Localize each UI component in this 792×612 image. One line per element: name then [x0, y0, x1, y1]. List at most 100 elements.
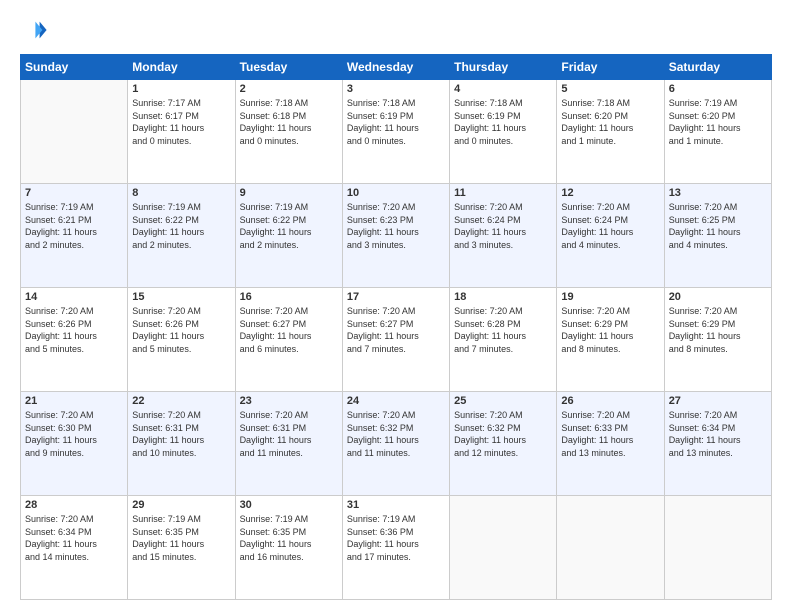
day-info: Sunrise: 7:20 AM Sunset: 6:29 PM Dayligh… [669, 305, 767, 355]
day-info: Sunrise: 7:19 AM Sunset: 6:22 PM Dayligh… [240, 201, 338, 251]
table-row: 1 Sunrise: 7:17 AM Sunset: 6:17 PM Daylig… [128, 80, 235, 184]
table-row: 24Sunrise: 7:20 AM Sunset: 6:32 PM Dayli… [342, 392, 449, 496]
table-row: 29 Sunrise: 7:19 AM Sunset: 6:35 PM Dayli… [128, 496, 235, 600]
day-info: Sunrise: 7:20 AM Sunset: 6:27 PM Dayligh… [347, 305, 445, 355]
week-row-2: 7Sunrise: 7:19 AM Sunset: 6:21 PM Daylig… [21, 184, 772, 288]
day-number: 25 [454, 395, 552, 407]
day-info: Sunrise: 7:20 AM Sunset: 6:24 PM Dayligh… [561, 201, 659, 251]
table-row: 8 Sunrise: 7:19 AM Sunset: 6:22 PM Daylig… [128, 184, 235, 288]
day-number: 5 [561, 83, 659, 95]
day-number: 8 [132, 187, 230, 199]
day-info: Sunrise: 7:20 AM Sunset: 6:34 PM Dayligh… [669, 409, 767, 459]
week-row-1: 1 Sunrise: 7:17 AM Sunset: 6:17 PM Daylig… [21, 80, 772, 184]
table-row: 7Sunrise: 7:19 AM Sunset: 6:21 PM Daylig… [21, 184, 128, 288]
weekday-header-row: SundayMondayTuesdayWednesdayThursdayFrid… [21, 55, 772, 80]
table-row: 3 Sunrise: 7:18 AM Sunset: 6:19 PM Daylig… [342, 80, 449, 184]
table-row [450, 496, 557, 600]
day-number: 20 [669, 291, 767, 303]
day-number: 29 [132, 499, 230, 511]
logo-icon [20, 16, 48, 44]
weekday-wednesday: Wednesday [342, 55, 449, 80]
day-info: Sunrise: 7:19 AM Sunset: 6:21 PM Dayligh… [25, 201, 123, 251]
table-row: 19 Sunrise: 7:20 AM Sunset: 6:29 PM Dayli… [557, 288, 664, 392]
day-info: Sunrise: 7:18 AM Sunset: 6:19 PM Dayligh… [454, 97, 552, 147]
week-row-3: 14 Sunrise: 7:20 AM Sunset: 6:26 PM Dayli… [21, 288, 772, 392]
weekday-sunday: Sunday [21, 55, 128, 80]
day-number: 1 [132, 83, 230, 95]
day-info: Sunrise: 7:20 AM Sunset: 6:27 PM Dayligh… [240, 305, 338, 355]
day-number: 22 [132, 395, 230, 407]
table-row: 20 Sunrise: 7:20 AM Sunset: 6:29 PM Dayli… [664, 288, 771, 392]
day-number: 9 [240, 187, 338, 199]
week-row-4: 21 Sunrise: 7:20 AM Sunset: 6:30 PM Dayli… [21, 392, 772, 496]
table-row: 13 Sunrise: 7:20 AM Sunset: 6:25 PM Dayli… [664, 184, 771, 288]
day-number: 17 [347, 291, 445, 303]
table-row: 31 Sunrise: 7:19 AM Sunset: 6:36 PM Dayli… [342, 496, 449, 600]
weekday-tuesday: Tuesday [235, 55, 342, 80]
day-info: Sunrise: 7:20 AM Sunset: 6:34 PM Dayligh… [25, 513, 123, 563]
table-row: 23Sunrise: 7:20 AM Sunset: 6:31 PM Dayli… [235, 392, 342, 496]
table-row: 26 Sunrise: 7:20 AM Sunset: 6:33 PM Dayli… [557, 392, 664, 496]
table-row: 21 Sunrise: 7:20 AM Sunset: 6:30 PM Dayli… [21, 392, 128, 496]
weekday-friday: Friday [557, 55, 664, 80]
day-number: 4 [454, 83, 552, 95]
day-info: Sunrise: 7:17 AM Sunset: 6:17 PM Dayligh… [132, 97, 230, 147]
day-number: 21 [25, 395, 123, 407]
table-row [557, 496, 664, 600]
day-number: 23 [240, 395, 338, 407]
day-info: Sunrise: 7:19 AM Sunset: 6:20 PM Dayligh… [669, 97, 767, 147]
header [20, 16, 772, 44]
day-number: 2 [240, 83, 338, 95]
day-number: 15 [132, 291, 230, 303]
day-info: Sunrise: 7:19 AM Sunset: 6:35 PM Dayligh… [132, 513, 230, 563]
day-info: Sunrise: 7:20 AM Sunset: 6:25 PM Dayligh… [669, 201, 767, 251]
day-info: Sunrise: 7:20 AM Sunset: 6:32 PM Dayligh… [454, 409, 552, 459]
day-number: 11 [454, 187, 552, 199]
table-row: 6 Sunrise: 7:19 AM Sunset: 6:20 PM Daylig… [664, 80, 771, 184]
table-row: 30Sunrise: 7:19 AM Sunset: 6:35 PM Dayli… [235, 496, 342, 600]
table-row: 16 Sunrise: 7:20 AM Sunset: 6:27 PM Dayli… [235, 288, 342, 392]
day-number: 26 [561, 395, 659, 407]
day-info: Sunrise: 7:18 AM Sunset: 6:19 PM Dayligh… [347, 97, 445, 147]
day-info: Sunrise: 7:19 AM Sunset: 6:22 PM Dayligh… [132, 201, 230, 251]
table-row: 27Sunrise: 7:20 AM Sunset: 6:34 PM Dayli… [664, 392, 771, 496]
table-row: 9 Sunrise: 7:19 AM Sunset: 6:22 PM Daylig… [235, 184, 342, 288]
day-number: 12 [561, 187, 659, 199]
table-row: 25 Sunrise: 7:20 AM Sunset: 6:32 PM Dayli… [450, 392, 557, 496]
day-number: 3 [347, 83, 445, 95]
table-row [21, 80, 128, 184]
day-number: 16 [240, 291, 338, 303]
day-info: Sunrise: 7:20 AM Sunset: 6:23 PM Dayligh… [347, 201, 445, 251]
day-info: Sunrise: 7:20 AM Sunset: 6:30 PM Dayligh… [25, 409, 123, 459]
day-info: Sunrise: 7:20 AM Sunset: 6:31 PM Dayligh… [132, 409, 230, 459]
day-number: 31 [347, 499, 445, 511]
day-number: 18 [454, 291, 552, 303]
table-row: 28 Sunrise: 7:20 AM Sunset: 6:34 PM Dayli… [21, 496, 128, 600]
day-info: Sunrise: 7:20 AM Sunset: 6:26 PM Dayligh… [25, 305, 123, 355]
day-number: 10 [347, 187, 445, 199]
day-number: 14 [25, 291, 123, 303]
table-row [664, 496, 771, 600]
day-info: Sunrise: 7:20 AM Sunset: 6:26 PM Dayligh… [132, 305, 230, 355]
day-info: Sunrise: 7:18 AM Sunset: 6:20 PM Dayligh… [561, 97, 659, 147]
weekday-monday: Monday [128, 55, 235, 80]
day-number: 28 [25, 499, 123, 511]
weekday-thursday: Thursday [450, 55, 557, 80]
day-number: 19 [561, 291, 659, 303]
day-number: 30 [240, 499, 338, 511]
day-info: Sunrise: 7:20 AM Sunset: 6:29 PM Dayligh… [561, 305, 659, 355]
table-row: 11 Sunrise: 7:20 AM Sunset: 6:24 PM Dayli… [450, 184, 557, 288]
weekday-saturday: Saturday [664, 55, 771, 80]
day-info: Sunrise: 7:20 AM Sunset: 6:24 PM Dayligh… [454, 201, 552, 251]
day-info: Sunrise: 7:19 AM Sunset: 6:36 PM Dayligh… [347, 513, 445, 563]
table-row: 4 Sunrise: 7:18 AM Sunset: 6:19 PM Daylig… [450, 80, 557, 184]
day-number: 13 [669, 187, 767, 199]
page: SundayMondayTuesdayWednesdayThursdayFrid… [0, 0, 792, 612]
table-row: 18 Sunrise: 7:20 AM Sunset: 6:28 PM Dayli… [450, 288, 557, 392]
day-number: 24 [347, 395, 445, 407]
day-info: Sunrise: 7:20 AM Sunset: 6:33 PM Dayligh… [561, 409, 659, 459]
day-info: Sunrise: 7:20 AM Sunset: 6:28 PM Dayligh… [454, 305, 552, 355]
day-number: 6 [669, 83, 767, 95]
week-row-5: 28 Sunrise: 7:20 AM Sunset: 6:34 PM Dayli… [21, 496, 772, 600]
table-row: 14 Sunrise: 7:20 AM Sunset: 6:26 PM Dayli… [21, 288, 128, 392]
